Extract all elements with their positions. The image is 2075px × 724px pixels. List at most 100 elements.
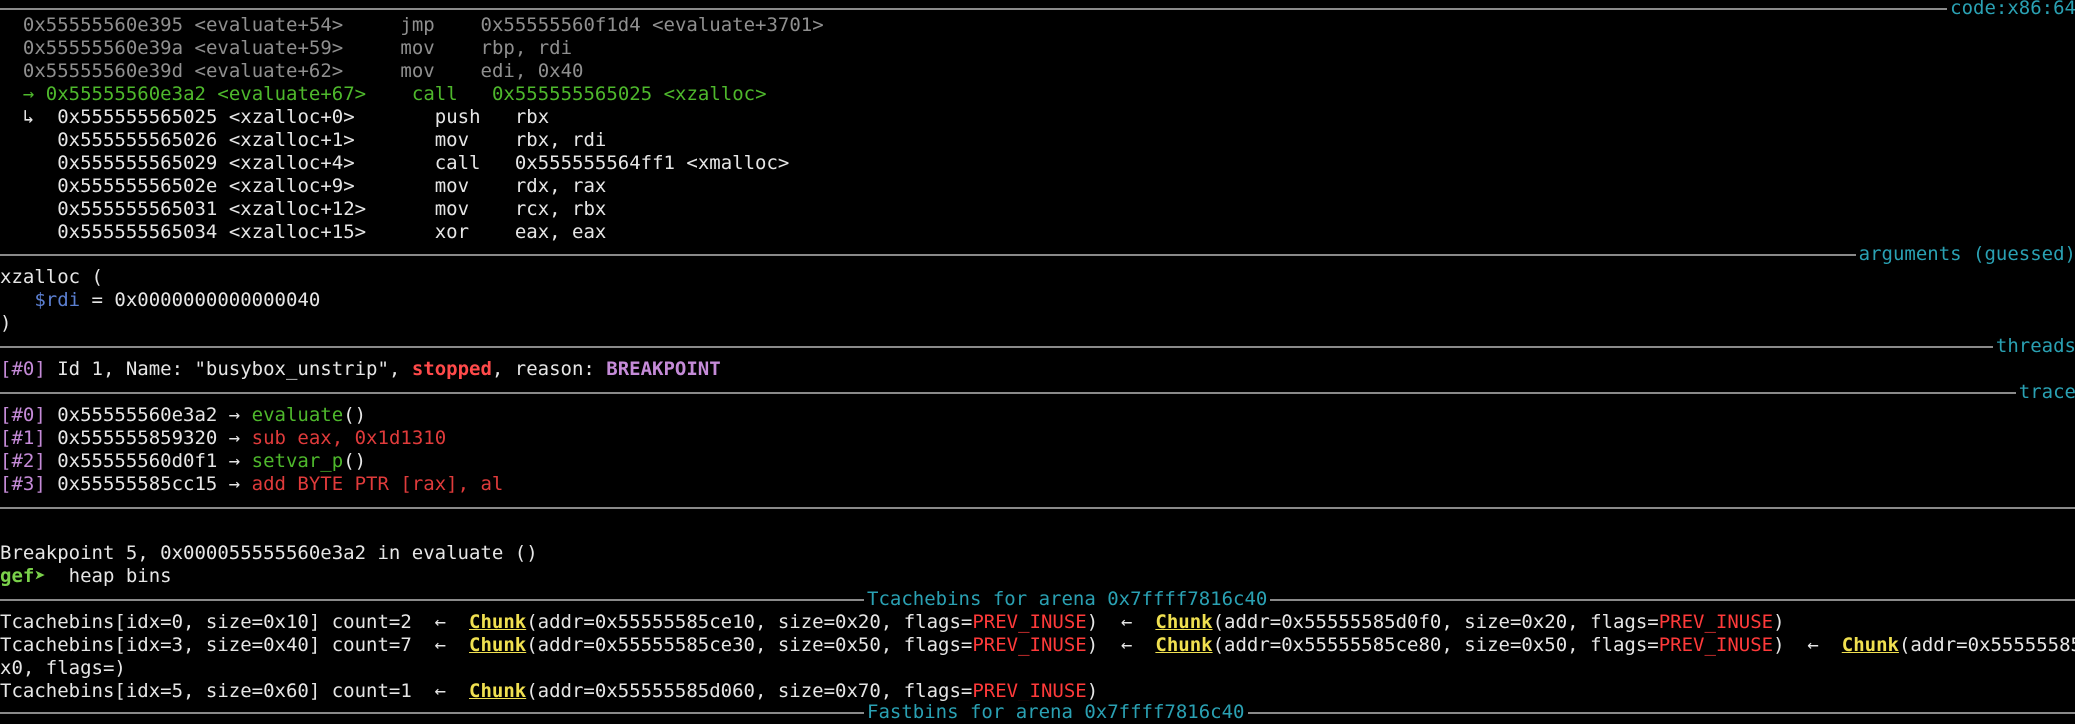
trace-suffix: () [343,404,367,426]
code-address: 0x55555556502e [57,175,218,197]
chunk-close: ) [1086,680,1099,702]
code-operands: eax, eax [514,221,607,243]
trace-index: [#2] [0,450,46,472]
tcache-bin-row: Tcachebins[idx=5, size=0x60] count=1 ← C… [0,680,1098,703]
code-address: 0x555555565026 [57,129,218,151]
args-close: ) [0,312,12,334]
chunk-flag: PREV_INUSE [1658,634,1774,656]
chunk-label: Chunk [1841,634,1899,656]
chunk-fields: (addr=0x55555585ce80, size=0x50, flags= [1212,634,1659,656]
chain-arrow: ← [1098,611,1156,633]
section-header-trace: trace [0,381,2075,404]
chunk-label: Chunk [469,634,527,656]
gef-prompt: gef➤ [0,565,58,587]
chunk-label: Chunk [469,680,527,702]
code-mnemonic: mov [434,129,470,151]
code-mnemonic: xor [434,221,470,243]
thread-line: [#0] Id 1, Name: "busybox_unstrip", stop… [0,358,721,381]
code-operands: rbx, rdi [514,129,607,151]
thread-info: Id 1, Name: "busybox_unstrip", [45,358,412,380]
trace-frame: [#1] 0x555555859320 → sub eax, 0x1d1310 [0,427,446,450]
trace-frame: [#3] 0x55555585cc15 → add BYTE PTR [rax]… [0,473,503,496]
current-instruction-mnemonic: call [411,83,458,105]
chunk-close: ) [1086,634,1099,656]
thread-reason-label: , reason: [491,358,607,380]
tcache-bin-row: Tcachebins[idx=0, size=0x10] count=2 ← C… [0,611,1785,634]
chunk-close: ) [1086,611,1099,633]
section-divider [0,346,2075,348]
current-instruction-address: 0x55555560e3a2 [45,83,206,105]
trace-index: [#3] [0,473,46,495]
code-operands: 0x555555564ff1 <xmalloc> [514,152,790,174]
code-address: 0x555555565029 [57,152,218,174]
code-operands: rdx, rax [514,175,607,197]
code-symbol: <xzalloc+9> [228,175,355,197]
section-header-arguments: arguments (guessed) [0,243,2075,266]
trace-address: 0x55555560d0f1 → [45,450,252,472]
trace-target: evaluate [251,404,344,426]
chunk-flag: PREV_INUSE [972,611,1087,633]
code-symbol: <evaluate+54> [194,14,344,36]
chunk-fields: (addr=0x55555585cdd0, s [1898,634,2075,656]
chunk-flag: PREV_INUSE [972,634,1087,656]
chain-arrow: ← [1098,634,1156,656]
section-title-code: code:x86:64 [1947,0,2075,20]
chunk-flag: PREV_INUSE [972,680,1087,702]
section-divider [0,507,2075,509]
code-address: 0x555555565031 [57,198,218,220]
thread-reason: BREAKPOINT [606,358,721,380]
chunk-close: ) [1773,634,1785,656]
code-address: 0x55555560e395 [22,14,184,36]
trace-address: 0x55555585cc15 → [45,473,252,495]
tcache-bin-head: Tcachebins[idx=5, size=0x60] count=1 ← [0,680,469,702]
section-title-fastbins: Fastbins for arena 0x7ffff7816c40 [864,701,1248,724]
code-symbol: <xzalloc+12> [228,198,367,220]
chunk-fields: (addr=0x55555585d060, size=0x70, flags= [526,680,973,702]
section-header-threads: threads [0,335,2075,358]
chunk-flag: PREV_INUSE [1658,611,1774,633]
section-title-tcache: Tcachebins for arena 0x7ffff7816c40 [864,588,1271,611]
code-symbol: <evaluate+59> [194,37,344,59]
code-operands: 0x55555560f1d4 <evaluate+3701> [480,14,824,36]
code-line: 0x55555560e395 <evaluate+54> jmp 0x55555… [0,14,824,37]
chunk-label: Chunk [1155,611,1213,633]
trace-target: add BYTE PTR [rax], al [251,473,504,495]
current-instruction-line: → 0x55555560e3a2 <evaluate+67> call 0x55… [0,60,767,105]
current-instruction-arrow: → [22,83,35,105]
chunk-fields: (addr=0x55555585ce30, size=0x50, flags= [526,634,973,656]
code-line: 0x55555556502e <xzalloc+9> mov rdx, rax [0,175,606,198]
section-divider [0,254,2075,256]
current-instruction-symbol: <evaluate+67> [217,83,367,105]
tcache-bin-row: Tcachebins[idx=3, size=0x40] count=7 ← C… [0,634,2075,657]
code-symbol: <xzalloc+0> [228,106,355,128]
tcache-bin-head: Tcachebins[idx=3, size=0x40] count=7 ← [0,634,469,656]
chunk-close: ) [1773,611,1785,633]
args-rdi-line: $rdi = 0x0000000000000040 [0,289,320,312]
code-address: 0x555555565025 [57,106,218,128]
command-line[interactable]: gef➤ heap bins [0,565,172,588]
code-mnemonic: jmp [400,14,435,36]
code-operands: rbp, rdi [480,37,573,59]
code-address: 0x55555560e39a [22,37,184,59]
breakpoint-message: Breakpoint 5, 0x000055555560e3a2 in eval… [0,542,538,564]
code-line: 0x555555565031 <xzalloc+12> mov rcx, rbx [0,198,606,221]
code-symbol: <xzalloc+15> [228,221,367,243]
trace-target: sub eax, 0x1d1310 [251,427,447,449]
code-operands: rbx [514,106,550,128]
current-instruction-operands: 0x555555565025 <xzalloc> [491,83,767,105]
code-line: 0x555555565034 <xzalloc+15> xor eax, eax [0,221,606,244]
tcache-wrap-line: x0, flags=) [0,657,126,679]
trace-index: [#1] [0,427,46,449]
args-value: = 0x0000000000000040 [80,289,321,311]
trace-frame: [#0] 0x55555560e3a2 → evaluate() [0,404,366,427]
code-symbol: <xzalloc+1> [228,129,355,151]
code-mnemonic: mov [400,37,435,59]
trace-frame: [#2] 0x55555560d0f1 → setvar_p() [0,450,366,473]
code-line: ↳ 0x555555565025 <xzalloc+0> push rbx [0,106,549,129]
trace-address: 0x555555859320 → [45,427,252,449]
args-open: xzalloc ( [0,266,103,288]
chain-arrow: ← [1784,634,1842,656]
command-text: heap bins [57,565,172,587]
tcache-bin-head: Tcachebins[idx=0, size=0x10] count=2 ← [0,611,469,633]
chunk-fields: (addr=0x55555585d0f0, size=0x20, flags= [1212,611,1659,633]
